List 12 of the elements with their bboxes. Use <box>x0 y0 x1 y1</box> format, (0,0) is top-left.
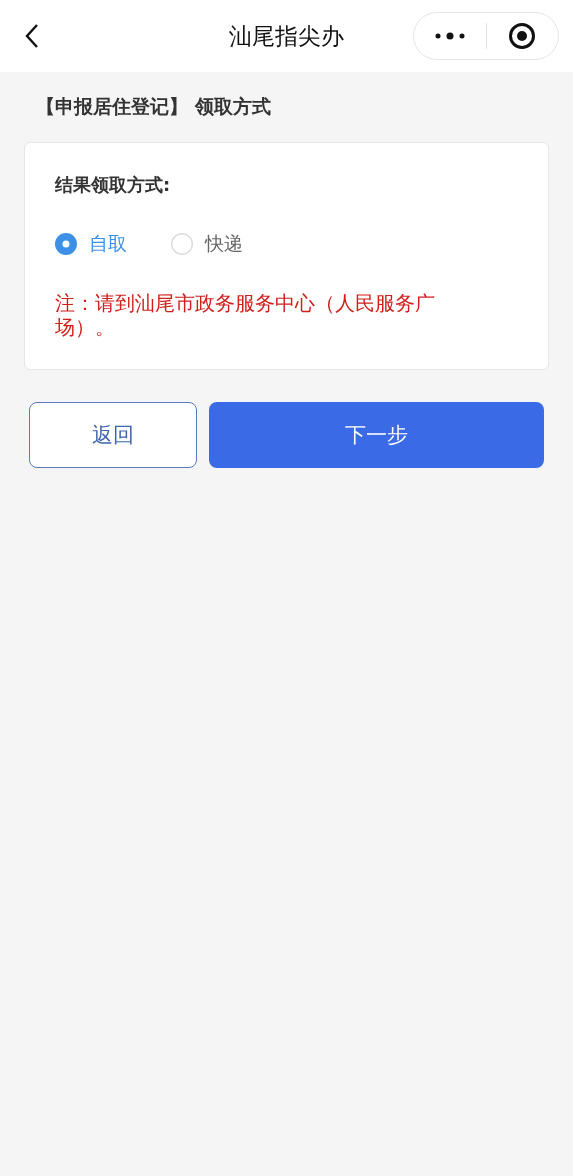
next-button[interactable]: 下一步 <box>209 402 544 468</box>
more-icon[interactable] <box>434 32 465 40</box>
back-button[interactable]: 返回 <box>29 402 197 468</box>
nav-title: 汕尾指尖办 <box>229 21 344 51</box>
note-text: 注：请到汕尾市政务服务中心（人民服务广场）。 <box>55 291 436 339</box>
radio-option[interactable]: 快递 <box>171 231 243 257</box>
field-label: 结果领取方式: <box>55 173 172 197</box>
radio-option[interactable]: 自取 <box>55 231 127 257</box>
radio-checked-icon <box>55 233 77 255</box>
page-heading: 【申报居住登记】 领取方式 <box>36 94 272 119</box>
close-icon[interactable] <box>508 22 537 50</box>
radio-unchecked-icon <box>171 233 193 255</box>
